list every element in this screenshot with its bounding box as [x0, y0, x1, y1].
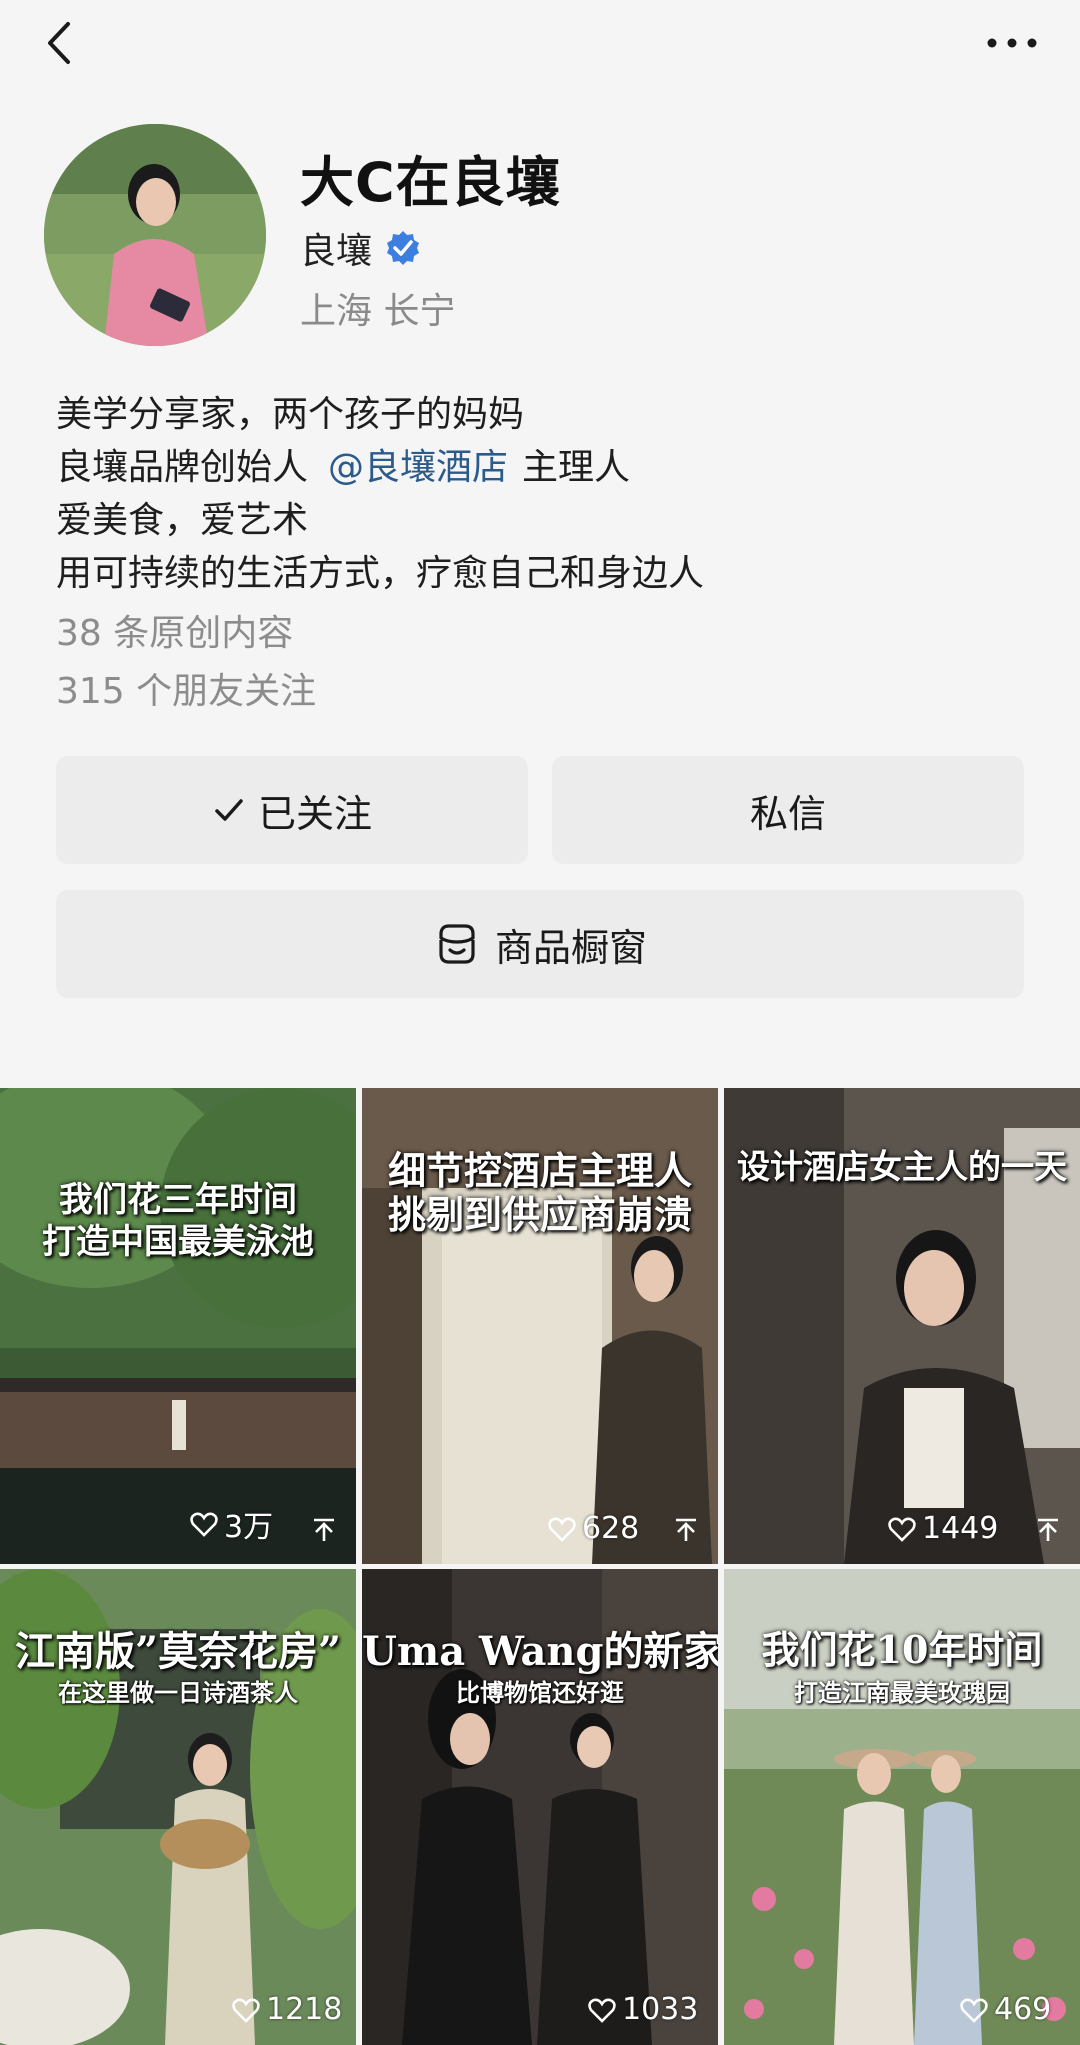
bio-line-3: 爱美食，爱艺术: [56, 500, 309, 541]
top-bar: [0, 0, 1080, 90]
avatar-photo: [44, 124, 266, 346]
video-card-1[interactable]: 我们花三年时间 打造中国最美泳池 3万: [0, 1088, 356, 1564]
video-likes-5-count: 1033: [622, 1992, 699, 2027]
bio-line-2: 良壤品牌创始人 @良壤酒店 主理人: [56, 441, 704, 494]
video-likes-3: 1449: [888, 1511, 998, 1546]
video-title-3a: 设计酒店女主人的一天: [737, 1147, 1067, 1186]
back-chevron-icon[interactable]: [40, 18, 80, 68]
message-button[interactable]: 私信: [552, 756, 1024, 864]
pin-top-icon[interactable]: [1034, 1516, 1062, 1544]
video-likes-5: 1033: [588, 1992, 698, 2027]
bio-line-1: 美学分享家，两个孩子的妈妈: [56, 394, 525, 435]
video-likes-3-count: 1449: [922, 1511, 999, 1546]
avatar[interactable]: [44, 124, 266, 346]
bio-line-4: 用可持续的生活方式，疗愈自己和身边人: [56, 553, 705, 594]
verified-badge-icon: [387, 231, 420, 265]
heart-icon: [190, 1512, 218, 1537]
pin-top-icon[interactable]: [310, 1516, 338, 1544]
org-label: 良壤: [300, 231, 373, 272]
video-likes-6-count: 469: [994, 1992, 1052, 2027]
bio-line-2-suffix: 主理人: [522, 447, 631, 488]
video-title-1b: 打造中国最美泳池: [42, 1222, 314, 1262]
video-likes-2: 628: [548, 1511, 639, 1546]
heart-icon: [548, 1517, 576, 1542]
followed-label: 已关注: [257, 791, 372, 836]
video-grid: 我们花三年时间 打造中国最美泳池 3万 细节控酒店主理人 挑剔到供应商崩溃 62…: [0, 1088, 1080, 2045]
followed-button[interactable]: 已关注: [56, 756, 528, 864]
video-title-2b: 挑剔到供应商崩溃: [387, 1192, 692, 1237]
video-likes-4: 1218: [232, 1992, 342, 2027]
check-icon: [215, 799, 243, 821]
hotel-mention-link[interactable]: @良壤酒店: [328, 447, 508, 488]
original-content-count[interactable]: 38 条原创内容: [56, 604, 293, 656]
heart-icon: [232, 1998, 260, 2023]
bio-line-2-prefix: 良壤品牌创始人: [56, 447, 309, 488]
video-sub-5: 比博物馆还好逛: [456, 1678, 624, 1707]
video-card-4[interactable]: 江南版”莫奈花房” 在这里做一日诗酒茶人 1218: [0, 1569, 356, 2045]
profile-bio: 美学分享家，两个孩子的妈妈 良壤品牌创始人 @良壤酒店 主理人 爱美食，爱艺术 用可…: [56, 388, 704, 600]
profile-name: 大C在良壤: [300, 151, 561, 214]
heart-icon: [888, 1517, 916, 1542]
video-title-4a: 江南版”莫奈花房”: [14, 1628, 341, 1675]
video-title-6a: 我们花10年时间: [761, 1627, 1043, 1672]
video-sub-4: 在这里做一日诗酒茶人: [58, 1678, 298, 1707]
shop-window-label: 商品橱窗: [494, 925, 647, 970]
profile-location: 上海 长宁: [300, 291, 456, 332]
video-likes-6: 469: [960, 1992, 1051, 2027]
video-likes-1-count: 3万: [224, 1510, 274, 1545]
shop-window-button[interactable]: 商品橱窗: [56, 890, 1024, 998]
video-likes-4-count: 1218: [266, 1992, 343, 2027]
video-thumbnail-1: [0, 1088, 356, 1564]
more-dots-icon[interactable]: [982, 28, 1042, 58]
shop-window-icon: [439, 924, 475, 964]
video-title-5a: Uma Wang的新家: [362, 1628, 718, 1675]
message-label: 私信: [749, 791, 826, 836]
friends-follow-count[interactable]: 315 个朋友关注: [56, 662, 316, 714]
profile-org: 良壤: [300, 222, 422, 274]
video-card-5[interactable]: Uma Wang的新家 比博物馆还好逛 1033: [362, 1569, 718, 2045]
video-card-2[interactable]: 细节控酒店主理人 挑剔到供应商崩溃 628: [362, 1088, 718, 1564]
video-sub-6: 打造江南最美玫瑰园: [794, 1678, 1010, 1707]
video-card-3[interactable]: 设计酒店女主人的一天 1449: [724, 1088, 1080, 1564]
heart-icon: [588, 1998, 616, 2023]
pin-top-icon[interactable]: [672, 1516, 700, 1544]
video-likes-2-count: 628: [582, 1511, 640, 1546]
video-likes-1: 3万: [190, 1502, 273, 1546]
heart-icon: [960, 1998, 988, 2023]
video-card-6[interactable]: 我们花10年时间 打造江南最美玫瑰园 469: [724, 1569, 1080, 2045]
